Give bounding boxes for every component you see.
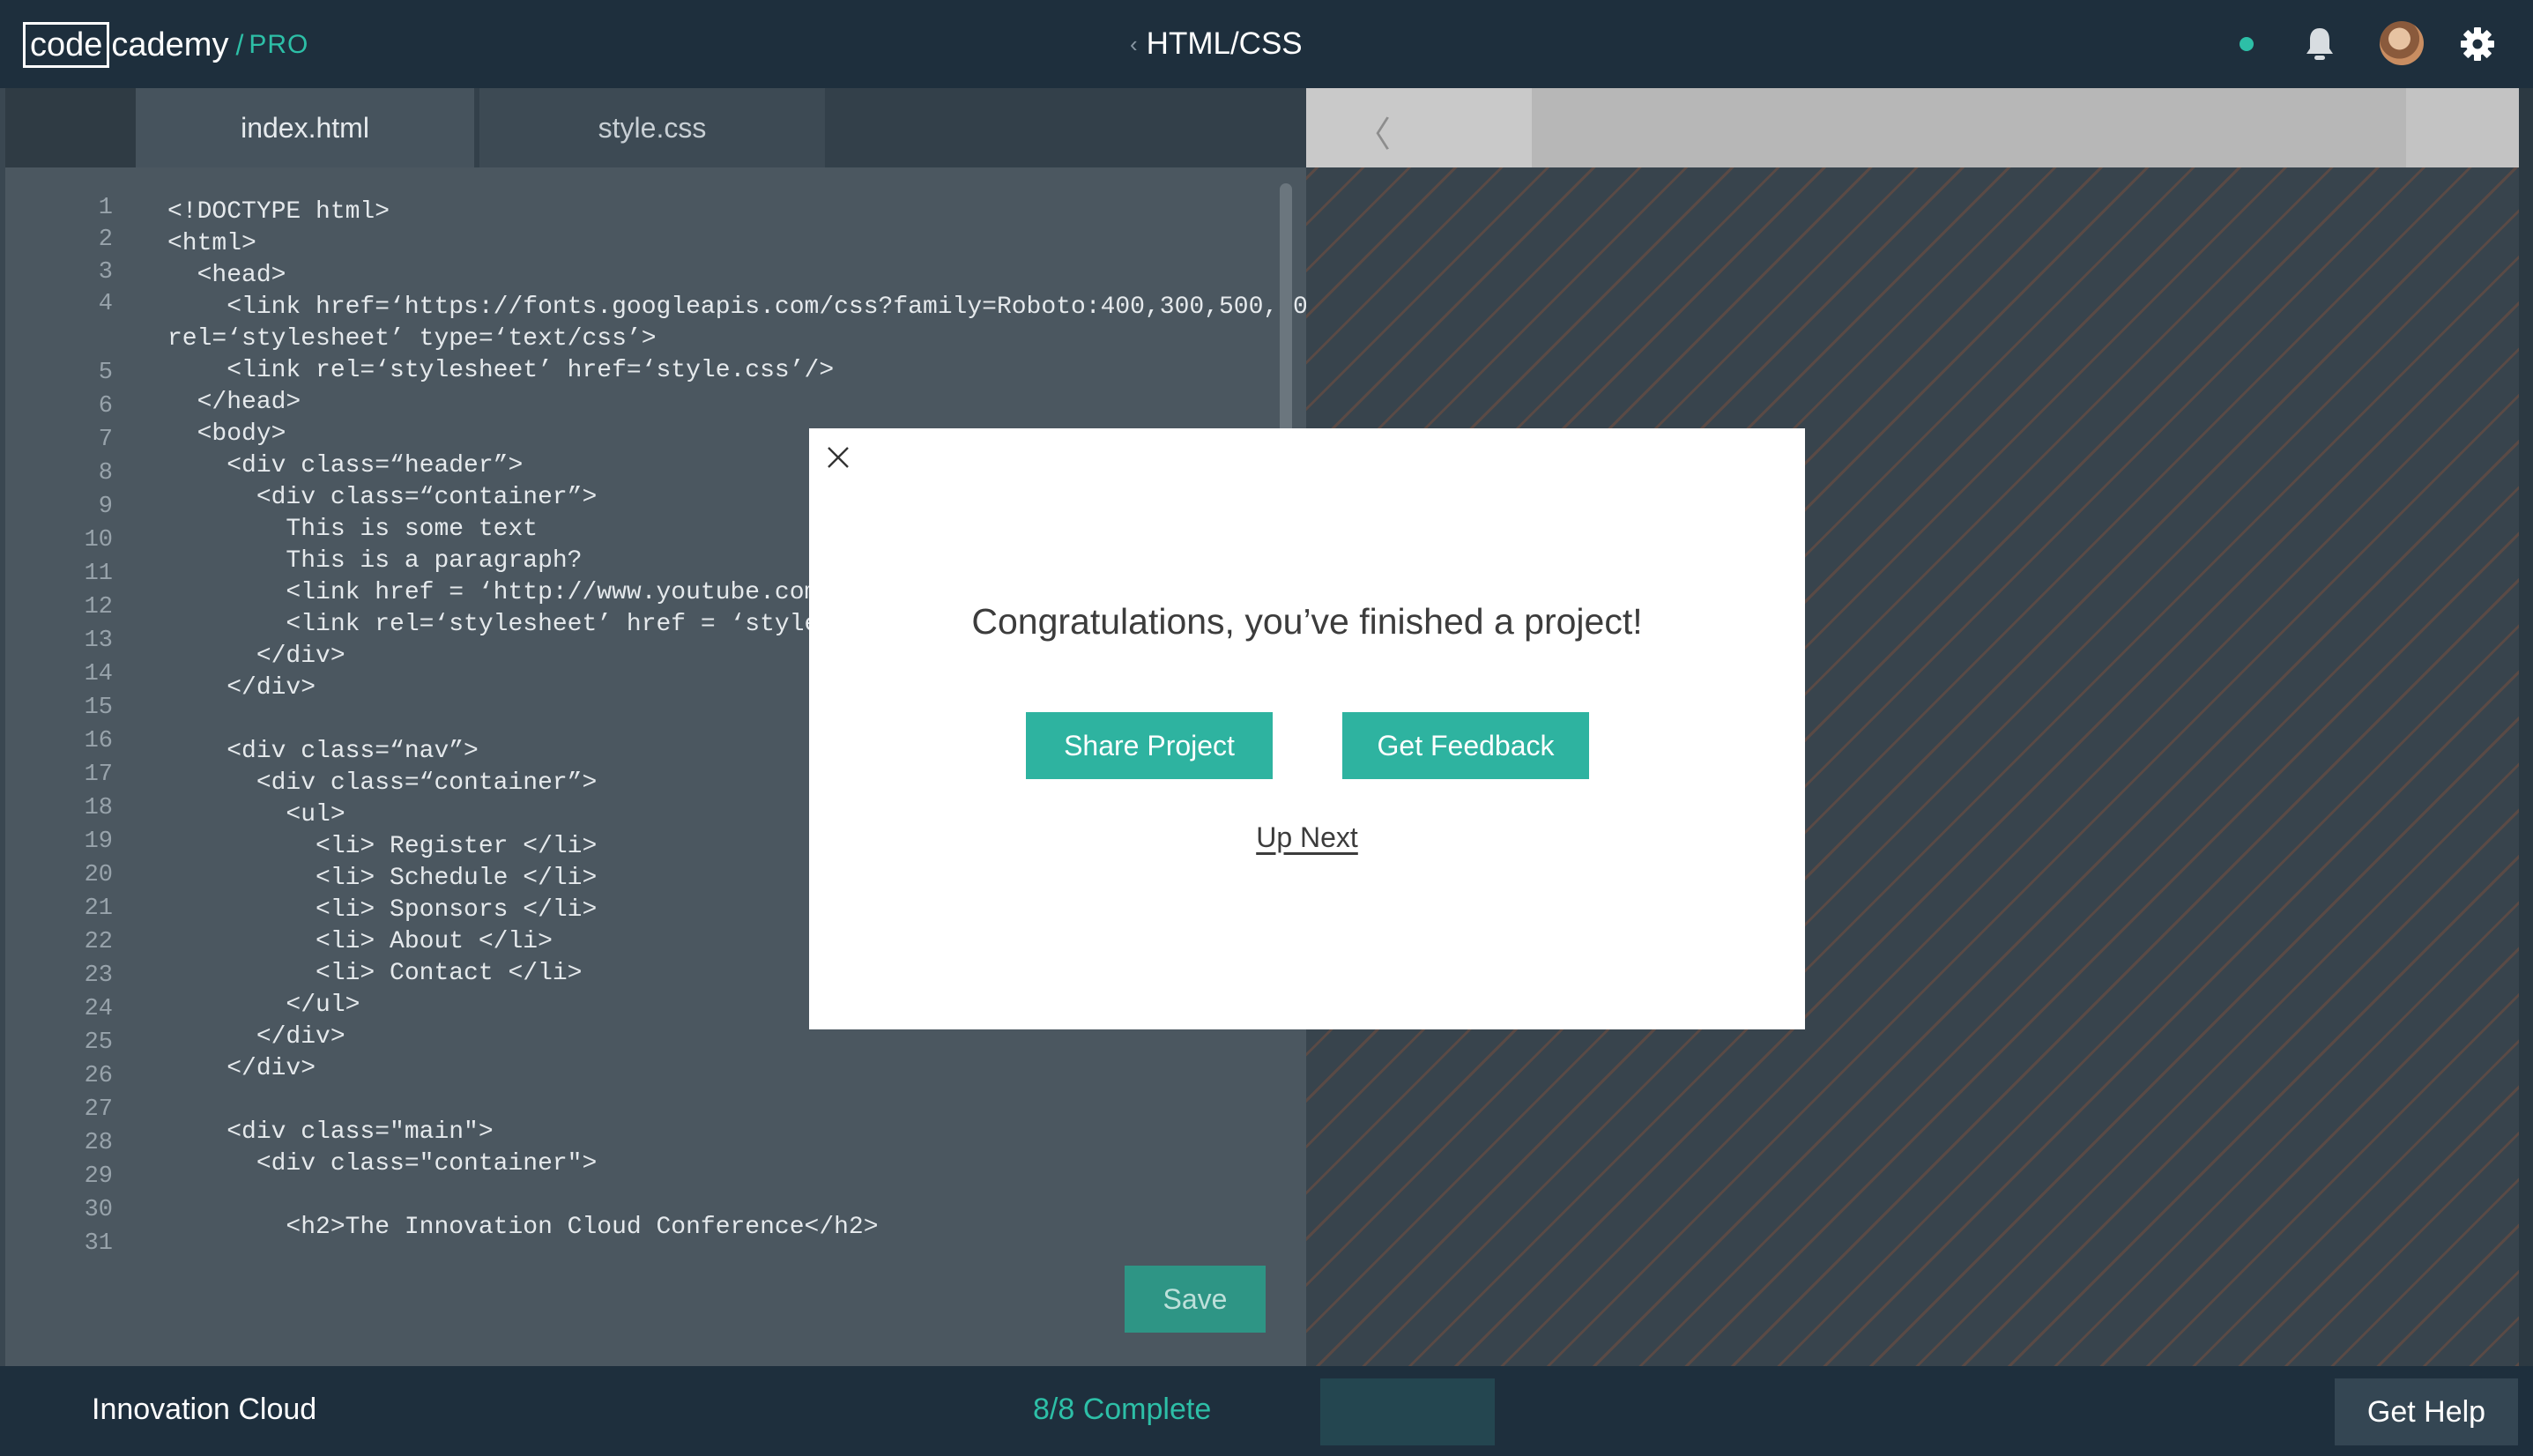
top-navbar: code cademy / PRO ‹ HTML/CSS <box>0 0 2533 88</box>
line-number: 10 <box>84 527 113 553</box>
save-button[interactable]: Save <box>1125 1266 1266 1333</box>
code-line[interactable]: <h2>The Innovation Cloud Conference</h2> <box>167 1212 878 1244</box>
line-number: 18 <box>84 795 113 821</box>
code-line[interactable]: <li> Register </li> <box>167 831 597 863</box>
line-number: 24 <box>84 996 113 1022</box>
code-line[interactable]: rel=‘stylesheet’ type=‘text/css’> <box>167 323 657 355</box>
code-line[interactable]: <li> Sponsors </li> <box>167 895 597 926</box>
line-number: 28 <box>84 1130 113 1156</box>
code-line[interactable]: <html> <box>167 228 256 260</box>
line-number-gutter: 1 2 3 4 5 6 7 8 9 10 11 12 13 14 15 16 1… <box>5 167 137 1366</box>
line-number: 4 <box>98 291 113 317</box>
line-number: 3 <box>98 259 113 286</box>
course-title: HTML/CSS <box>1146 26 1303 61</box>
code-line[interactable]: <div class=“nav”> <box>167 736 479 768</box>
code-line[interactable]: <link href=‘https://fonts.googleapis.com… <box>167 292 1337 323</box>
code-line[interactable]: This is some text <box>167 514 538 546</box>
code-line[interactable]: <div class="container"> <box>167 1148 597 1180</box>
code-line[interactable]: <link rel=‘stylesheet’ href = ‘style.cs <box>167 609 863 641</box>
line-number: 27 <box>84 1096 113 1123</box>
logo-code-box: code <box>23 22 110 68</box>
preview-nav-area: 〈 <box>1306 88 1532 167</box>
code-line[interactable]: <head> <box>167 260 286 292</box>
code-line[interactable]: <div class=“container”> <box>167 482 597 514</box>
up-next-row: Up Next <box>809 821 1805 854</box>
line-number: 13 <box>84 628 113 654</box>
code-line[interactable]: <!DOCTYPE html> <box>167 197 390 228</box>
online-status-icon <box>2240 37 2254 51</box>
close-icon[interactable] <box>823 442 853 472</box>
line-number: 17 <box>84 761 113 788</box>
preview-address-bar: 〈 <box>1306 88 2519 167</box>
line-number: 23 <box>84 962 113 989</box>
line-number: 26 <box>84 1063 113 1089</box>
line-number: 11 <box>84 561 113 587</box>
line-number: 15 <box>84 695 113 721</box>
line-number: 19 <box>84 828 113 855</box>
logo-pro-badge: PRO <box>249 30 309 59</box>
share-project-button[interactable]: Share Project <box>1026 712 1273 779</box>
tab-style-css[interactable]: style.css <box>479 88 825 167</box>
back-chevron-icon[interactable]: 〈 <box>1356 106 1391 157</box>
chevron-left-icon: ‹ <box>1130 30 1138 57</box>
user-avatar[interactable] <box>2380 21 2424 65</box>
get-help-button[interactable]: Get Help <box>2335 1378 2518 1445</box>
line-number: 1 <box>98 195 113 221</box>
tab-bar-spacer <box>5 88 136 167</box>
codecademy-logo[interactable]: code cademy / PRO <box>23 21 308 69</box>
progress-indicator <box>1320 1378 1495 1445</box>
line-number: 2 <box>98 227 113 253</box>
code-line[interactable]: <li> Contact </li> <box>167 958 582 990</box>
modal-title: Congratulations, you’ve finished a proje… <box>971 601 1643 642</box>
line-number: 21 <box>84 895 113 922</box>
project-complete-modal: Congratulations, you’ve finished a proje… <box>809 428 1805 1029</box>
line-number: 25 <box>84 1029 113 1056</box>
logo-separator: / <box>235 28 244 61</box>
file-tab-bar: index.html style.css <box>5 88 1306 167</box>
line-number: 22 <box>84 929 113 955</box>
code-line[interactable]: </ul> <box>167 990 360 1021</box>
breadcrumb[interactable]: ‹ HTML/CSS <box>1130 23 1303 65</box>
bell-icon[interactable] <box>2302 25 2337 63</box>
code-line[interactable]: </div> <box>167 641 345 672</box>
code-line[interactable]: </div> <box>167 1053 316 1085</box>
line-number: 30 <box>84 1197 113 1223</box>
code-line[interactable]: <div class=“container”> <box>167 768 597 799</box>
tab-index-html[interactable]: index.html <box>136 88 474 167</box>
editor-scrollbar[interactable] <box>1280 183 1292 465</box>
up-next-link[interactable]: Up Next <box>1256 821 1358 853</box>
line-number: 8 <box>98 460 113 487</box>
line-number: 9 <box>98 494 113 520</box>
project-name: Innovation Cloud <box>92 1393 317 1426</box>
code-line[interactable]: This is a paragraph? <box>167 546 582 577</box>
get-feedback-button[interactable]: Get Feedback <box>1342 712 1589 779</box>
line-number: 5 <box>98 360 113 386</box>
progress-status: 8/8 Complete <box>1033 1393 1212 1426</box>
line-number: 16 <box>84 728 113 754</box>
code-line[interactable]: <li> About </li> <box>167 926 553 958</box>
gear-icon[interactable] <box>2460 26 2495 62</box>
code-line[interactable]: <div class="main"> <box>167 1117 493 1148</box>
line-number: 31 <box>84 1230 113 1257</box>
line-number: 14 <box>84 661 113 687</box>
code-line[interactable]: </div> <box>167 672 316 704</box>
code-line[interactable]: <link rel=‘stylesheet’ href=‘style.css’/… <box>167 355 834 387</box>
code-line[interactable]: </head> <box>167 387 301 419</box>
logo-cademy-text: cademy <box>111 26 229 63</box>
line-number: 29 <box>84 1163 113 1190</box>
code-line[interactable]: <link href = ‘http://www.youtube.com’> <box>167 577 849 609</box>
code-line[interactable]: </div> <box>167 1021 345 1053</box>
code-line[interactable]: <li> Schedule </li> <box>167 863 597 895</box>
line-number: 7 <box>98 427 113 453</box>
preview-bar-right-area <box>2406 88 2519 167</box>
code-line[interactable]: <body> <box>167 419 286 450</box>
code-line[interactable]: <div class=“header”> <box>167 450 523 482</box>
line-number: 20 <box>84 862 113 888</box>
line-number: 12 <box>84 594 113 620</box>
code-line[interactable]: <ul> <box>167 799 345 831</box>
line-number: 6 <box>98 393 113 420</box>
bottom-bar: Innovation Cloud 8/8 Complete Get Help <box>0 1366 2533 1456</box>
preview-scroll-edge <box>2519 88 2533 1366</box>
